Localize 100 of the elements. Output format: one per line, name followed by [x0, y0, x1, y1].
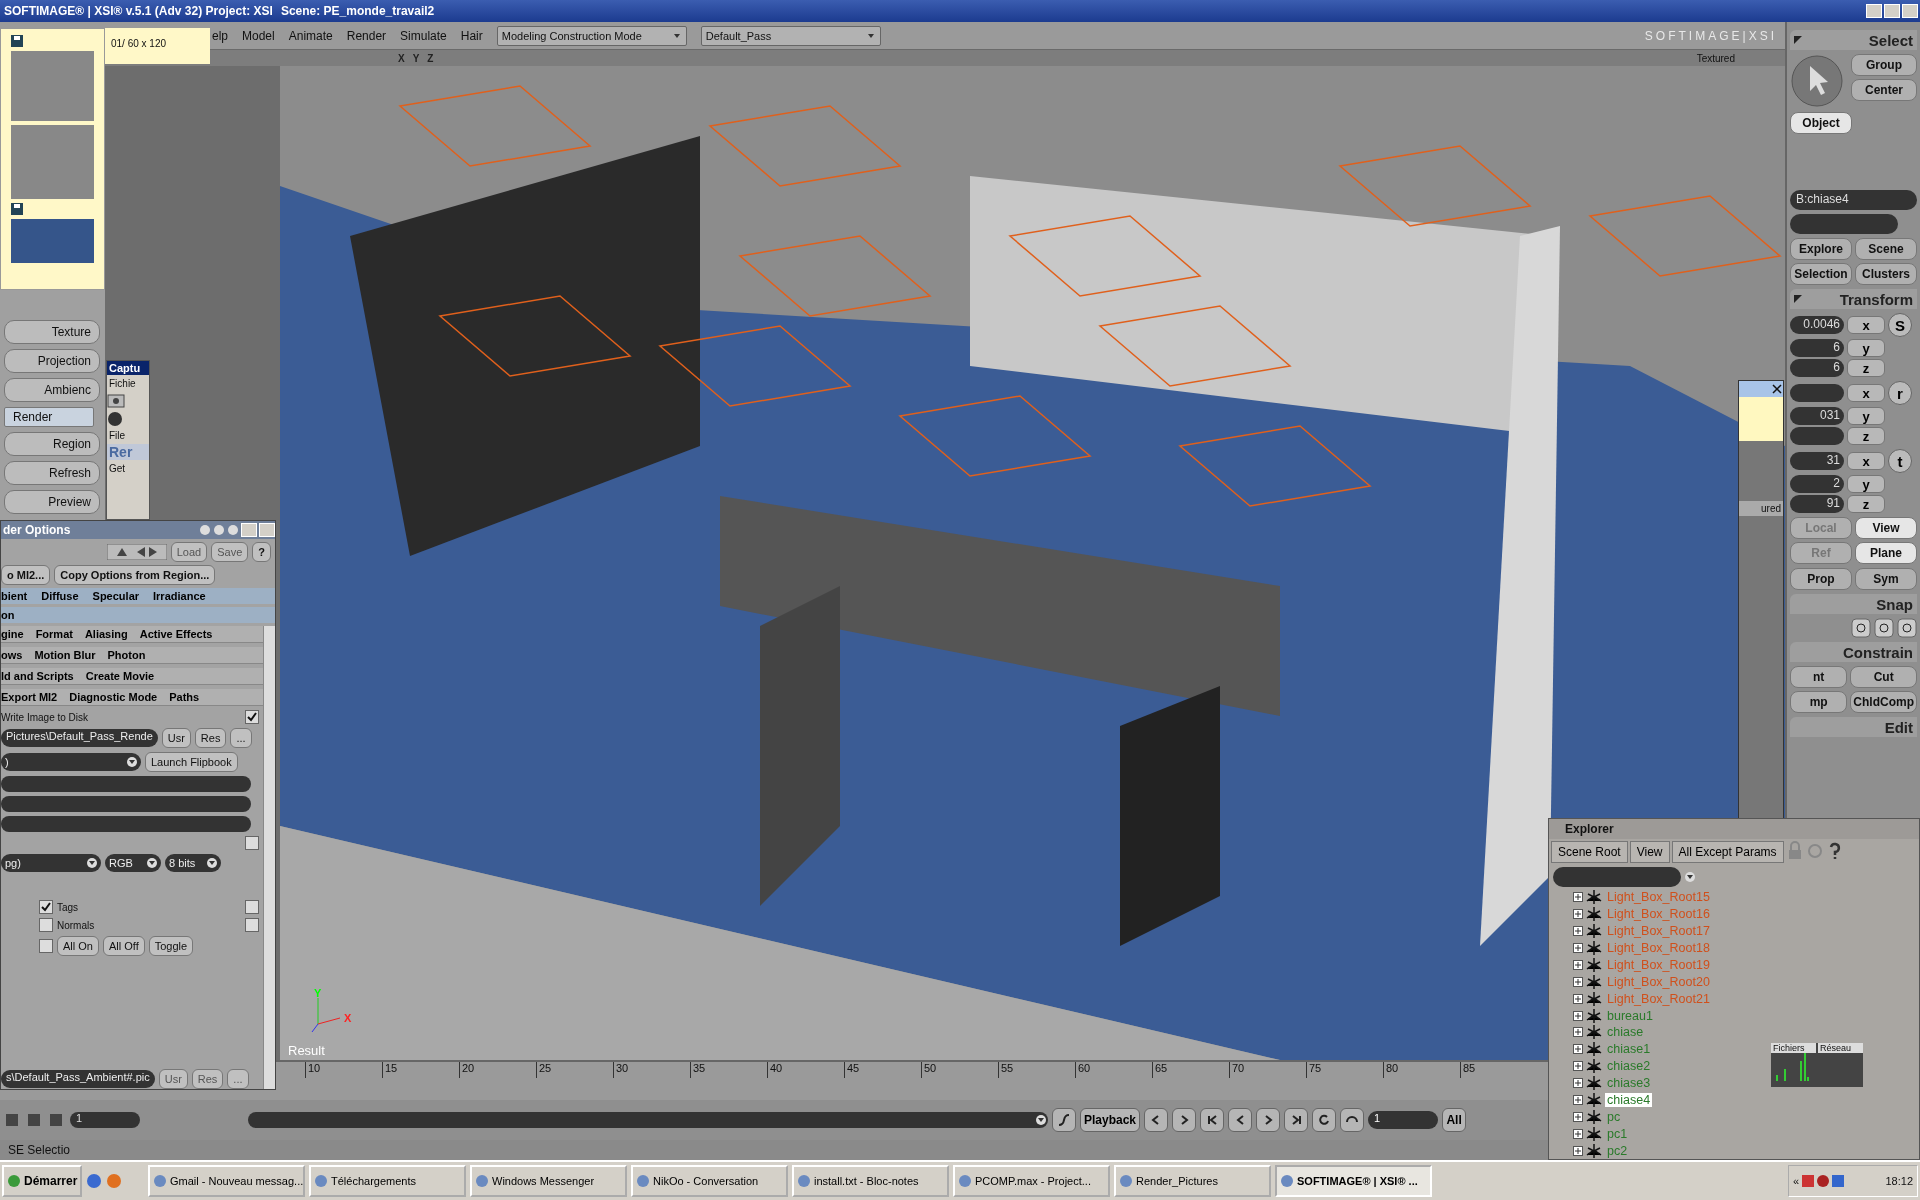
taskbar-button[interactable]: PCOMP.max - Project... — [953, 1165, 1110, 1197]
section-tab[interactable]: Irradiance — [153, 590, 206, 602]
menu-item[interactable]: Hair — [460, 28, 483, 43]
transport-button[interactable] — [1312, 1108, 1337, 1132]
section-header[interactable]: Snap — [1790, 594, 1917, 614]
page-tab[interactable]: Export MI2 — [1, 691, 58, 703]
help-button[interactable]: ? — [252, 542, 271, 562]
usr-button[interactable]: Usr — [161, 728, 191, 748]
taskbar-button[interactable]: SOFTIMAGE® | XSI® ... — [1275, 1165, 1432, 1197]
toggle-button[interactable]: Toggle — [148, 936, 194, 956]
format-dropdown[interactable]: pg) — [1, 854, 101, 872]
transform-field[interactable]: 91 — [1790, 495, 1844, 513]
section-header[interactable]: Edit — [1790, 717, 1917, 737]
menu-item[interactable]: File — [107, 430, 149, 441]
axis-toggle[interactable]: Y — [412, 52, 420, 64]
depth-dropdown[interactable]: 8 bits — [165, 854, 221, 872]
transform-field[interactable]: 2 — [1790, 475, 1844, 493]
transform-field[interactable] — [1790, 427, 1844, 445]
path-button[interactable] — [1052, 1108, 1076, 1132]
section-header[interactable]: Constrain — [1790, 642, 1917, 662]
explorer-menu-button[interactable]: View — [1629, 841, 1670, 863]
tool-button[interactable]: Preview — [4, 490, 100, 514]
nav-button[interactable]: Explore — [1790, 238, 1852, 260]
mode-dropdown[interactable]: Modeling Construction Mode — [496, 25, 687, 46]
page-tab[interactable]: Format — [35, 628, 73, 640]
display-mode-label[interactable]: Textured — [1696, 52, 1735, 64]
option-button[interactable]: Copy Options from Region... — [54, 565, 216, 585]
section-header[interactable]: Select — [1790, 30, 1917, 50]
axis-button[interactable]: z — [1847, 427, 1885, 445]
nav-button[interactable]: Selection — [1790, 263, 1852, 285]
transport-button[interactable] — [1284, 1108, 1309, 1132]
transform-field[interactable] — [1790, 384, 1844, 402]
transform-mode-button[interactable]: r — [1888, 381, 1912, 405]
transform-field[interactable]: 031 — [1790, 407, 1844, 425]
checkbox[interactable] — [39, 918, 53, 932]
page-tab[interactable]: Active Effects — [139, 628, 213, 640]
tool-button[interactable]: Texture — [4, 320, 100, 344]
tool-button[interactable]: Projection — [4, 349, 100, 373]
save-button[interactable]: Save — [211, 542, 249, 562]
output-path-field[interactable]: Pictures\Default_Pass_Rende — [1, 729, 158, 747]
sym-button[interactable]: Sym — [1855, 568, 1917, 590]
toggle-button[interactable]: All On — [57, 936, 99, 956]
ambient-path-field[interactable]: s\Default_Pass_Ambient#.pic — [1, 1070, 155, 1088]
scrollbar[interactable] — [263, 626, 275, 1089]
transport-button[interactable] — [1200, 1108, 1225, 1132]
menu-item[interactable]: elp — [212, 28, 228, 43]
menu-item[interactable]: Fichie — [107, 378, 149, 389]
constrain-button[interactable]: mp — [1790, 691, 1848, 713]
tool-button[interactable]: Ambienc — [4, 378, 100, 402]
nav-button[interactable]: Clusters — [1855, 263, 1917, 285]
frame-field[interactable]: 1 — [70, 1112, 140, 1128]
transform-field[interactable]: 0.0046 — [1790, 316, 1844, 334]
tray-toggle[interactable]: « — [1793, 1175, 1800, 1187]
selection-field[interactable]: B:chiase4 — [1790, 190, 1917, 210]
browse-button[interactable]: ... — [227, 1069, 249, 1089]
select-button[interactable]: Group — [1851, 54, 1917, 76]
load-button[interactable]: Load — [170, 542, 208, 562]
checkbox[interactable] — [245, 900, 259, 914]
tree-item[interactable]: chiase4 — [1605, 1092, 1653, 1107]
dropdown[interactable]: ) — [1, 753, 141, 771]
transform-field[interactable]: 31 — [1790, 452, 1844, 470]
section-tab[interactable]: bient — [1, 590, 28, 602]
axis-button[interactable]: x — [1847, 384, 1885, 402]
page-tab[interactable]: Photon — [107, 649, 146, 661]
transport-button[interactable] — [1172, 1108, 1197, 1132]
page-tab[interactable]: gine — [1, 628, 24, 640]
space-button[interactable]: View — [1855, 517, 1917, 539]
page-tab[interactable]: ows — [1, 649, 23, 661]
checkbox[interactable] — [245, 710, 259, 724]
taskbar-button[interactable]: Render_Pictures — [1114, 1165, 1271, 1197]
transform-field[interactable]: 6 — [1790, 359, 1844, 377]
taskbar-button[interactable]: NikOo - Conversation — [631, 1165, 788, 1197]
checkbox[interactable] — [245, 918, 259, 932]
axis-button[interactable]: x — [1847, 452, 1885, 470]
menu-item[interactable]: Model — [242, 28, 275, 43]
tool-button[interactable]: Render — [4, 407, 94, 427]
start-button[interactable]: Démarrer — [2, 1165, 82, 1197]
option-button[interactable]: o MI2... — [1, 565, 51, 585]
menu-item[interactable]: Render — [346, 28, 387, 43]
input-field[interactable] — [1, 816, 251, 832]
transport-button[interactable] — [1144, 1108, 1169, 1132]
res-button[interactable]: Res — [194, 728, 227, 748]
taskbar-button[interactable]: Windows Messenger — [470, 1165, 627, 1197]
monitor-tab[interactable]: Réseau — [1818, 1043, 1863, 1053]
nav-button[interactable]: Scene — [1855, 238, 1917, 260]
page-tab[interactable]: Motion Blur — [34, 649, 96, 661]
menu-item[interactable]: Animate — [288, 28, 333, 43]
axis-button[interactable]: x — [1847, 316, 1885, 334]
section-tab[interactable]: Specular — [92, 590, 140, 602]
axis-button[interactable]: y — [1847, 407, 1885, 425]
constrain-button[interactable]: ChldComp — [1850, 691, 1917, 713]
usr-button[interactable]: Usr — [158, 1069, 188, 1089]
axis-button[interactable]: z — [1847, 495, 1885, 513]
taskbar-button[interactable]: Gmail - Nouveau messag... — [148, 1165, 305, 1197]
page-tab[interactable]: Diagnostic Mode — [69, 691, 158, 703]
res-button[interactable]: Res — [191, 1069, 224, 1089]
transport-button[interactable] — [1228, 1108, 1253, 1132]
page-tab[interactable]: ld and Scripts — [1, 670, 74, 682]
transform-mode-button[interactable]: t — [1888, 449, 1912, 473]
axis-toggle[interactable]: Z — [427, 52, 434, 64]
